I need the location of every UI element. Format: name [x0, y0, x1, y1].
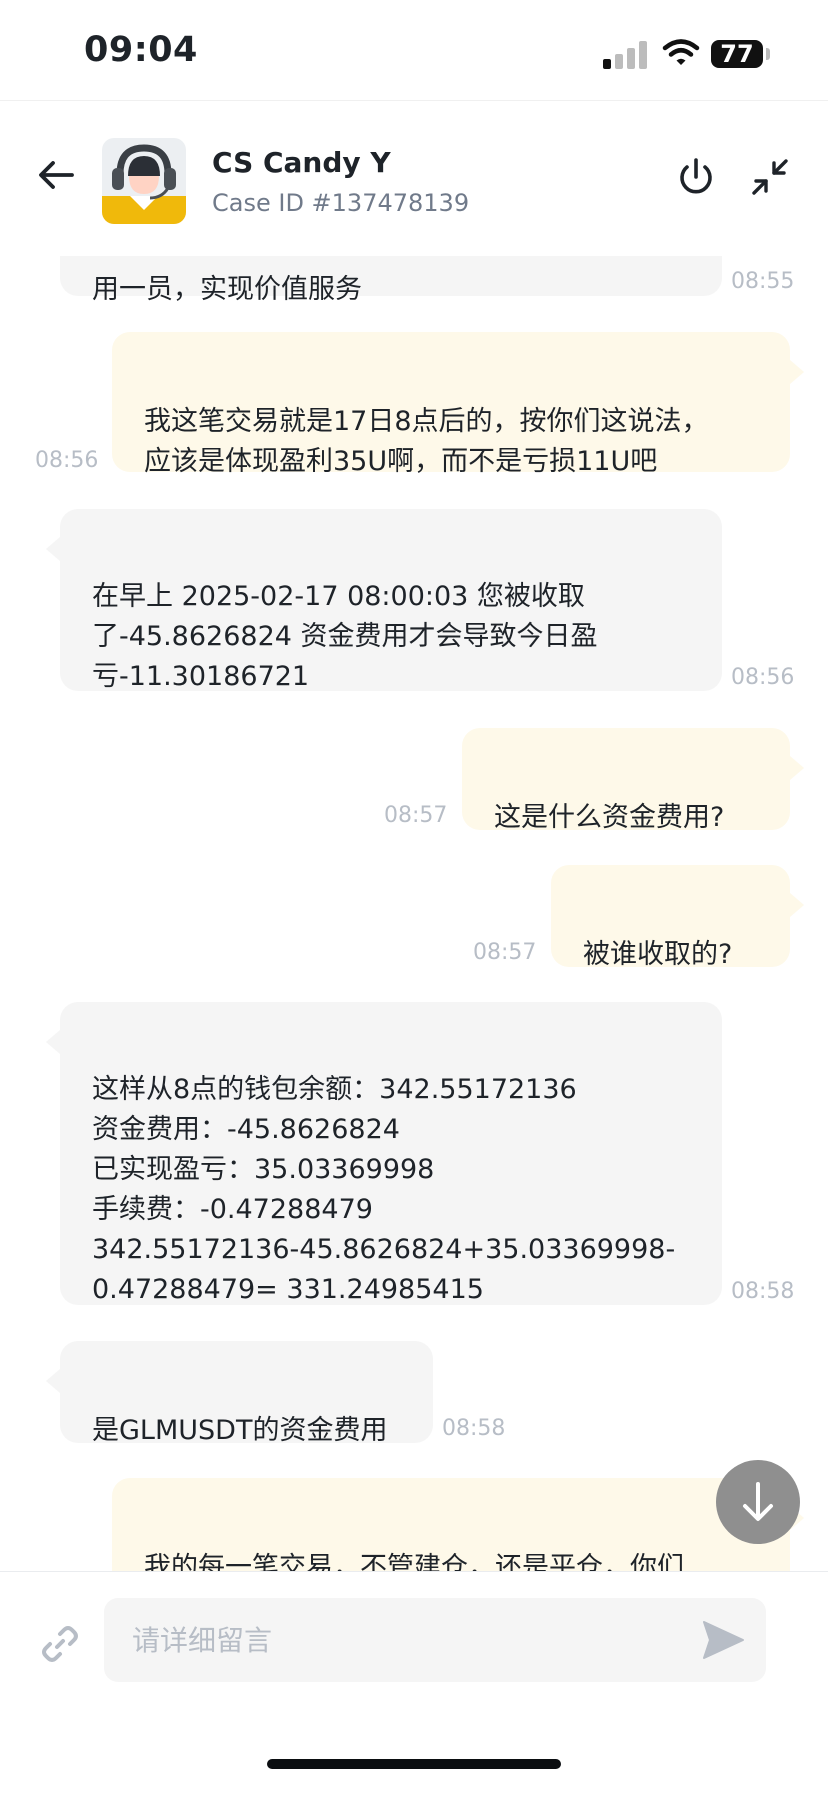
minimize-button[interactable]: [748, 155, 792, 199]
battery-cap: [766, 48, 770, 60]
minimize-icon: [752, 159, 788, 195]
incoming-message: 这样从8点的钱包余额：342.55172136 资金费用：-45.8626824…: [46, 1002, 722, 1305]
send-icon: [703, 1621, 744, 1659]
message-text: 被谁收取的?: [583, 939, 733, 970]
incoming-message: 是GLMUSDT的资金费用: [46, 1341, 433, 1446]
message-time: 08:56: [35, 448, 99, 473]
power-icon: [680, 158, 712, 194]
message-text: 我这笔交易就是17日8点后的，按你们这说法， 应该是体现盈利35U啊，而不是亏损…: [144, 406, 709, 477]
attach-button[interactable]: [38, 1622, 82, 1666]
status-bar: 09:04 77: [0, 0, 828, 100]
home-indicator: [267, 1759, 561, 1769]
scroll-to-bottom-button[interactable]: [716, 1460, 800, 1544]
message-time: 08:58: [731, 1279, 795, 1304]
link-icon: [42, 1626, 78, 1662]
message-time: 08:58: [442, 1416, 506, 1441]
outgoing-message: 这是什么资金费用?: [462, 728, 804, 833]
message-input[interactable]: [104, 1598, 766, 1682]
chat-thread[interactable]: 用一员，实现价值服务 08:55 我这笔交易就是17日8点后的，按你们这说法， …: [0, 255, 828, 1571]
arrow-down-icon: [743, 1482, 773, 1521]
message-text: 用一员，实现价值服务: [92, 274, 362, 305]
status-time: 09:04: [84, 30, 198, 70]
send-button[interactable]: [700, 1618, 746, 1662]
message-composer: [0, 1571, 828, 1793]
wifi-icon: [662, 39, 700, 65]
end-chat-button[interactable]: [674, 155, 718, 199]
message-time: 08:56: [731, 665, 795, 690]
message-text: 在早上 2025-02-17 08:00:03 您被收取 了-45.862682…: [92, 581, 598, 692]
incoming-message: 用一员，实现价值服务: [60, 255, 722, 305]
chat-header: CS Candy Y Case ID #137478139: [0, 100, 828, 256]
message-text: 这样从8点的钱包余额：342.55172136 资金费用：-45.8626824…: [92, 1074, 676, 1305]
case-id: Case ID #137478139: [212, 189, 470, 217]
message-text: 我的每一笔交易，不管建仓，还是平仓，你们 都收取了手续费用: [144, 1552, 684, 1571]
battery-icon: 77: [711, 40, 763, 68]
message-text: 这是什么资金费用?: [494, 802, 725, 833]
message-text: 是GLMUSDT的资金费用: [92, 1415, 388, 1446]
outgoing-message: 我这笔交易就是17日8点后的，按你们这说法， 应该是体现盈利35U啊，而不是亏损…: [112, 332, 804, 477]
arrow-left-icon: [39, 161, 74, 189]
message-time: 08:55: [731, 269, 795, 294]
message-time: 08:57: [384, 803, 448, 828]
agent-avatar: [102, 138, 186, 224]
incoming-message: 在早上 2025-02-17 08:00:03 您被收取 了-45.862682…: [46, 509, 722, 692]
cellular-signal-icon: [603, 41, 647, 69]
outgoing-message: 我的每一笔交易，不管建仓，还是平仓，你们 都收取了手续费用: [112, 1478, 804, 1571]
back-button[interactable]: [34, 153, 78, 197]
outgoing-message: 被谁收取的?: [551, 865, 804, 970]
message-time: 08:57: [473, 940, 537, 965]
agent-name: CS Candy Y: [212, 146, 391, 179]
